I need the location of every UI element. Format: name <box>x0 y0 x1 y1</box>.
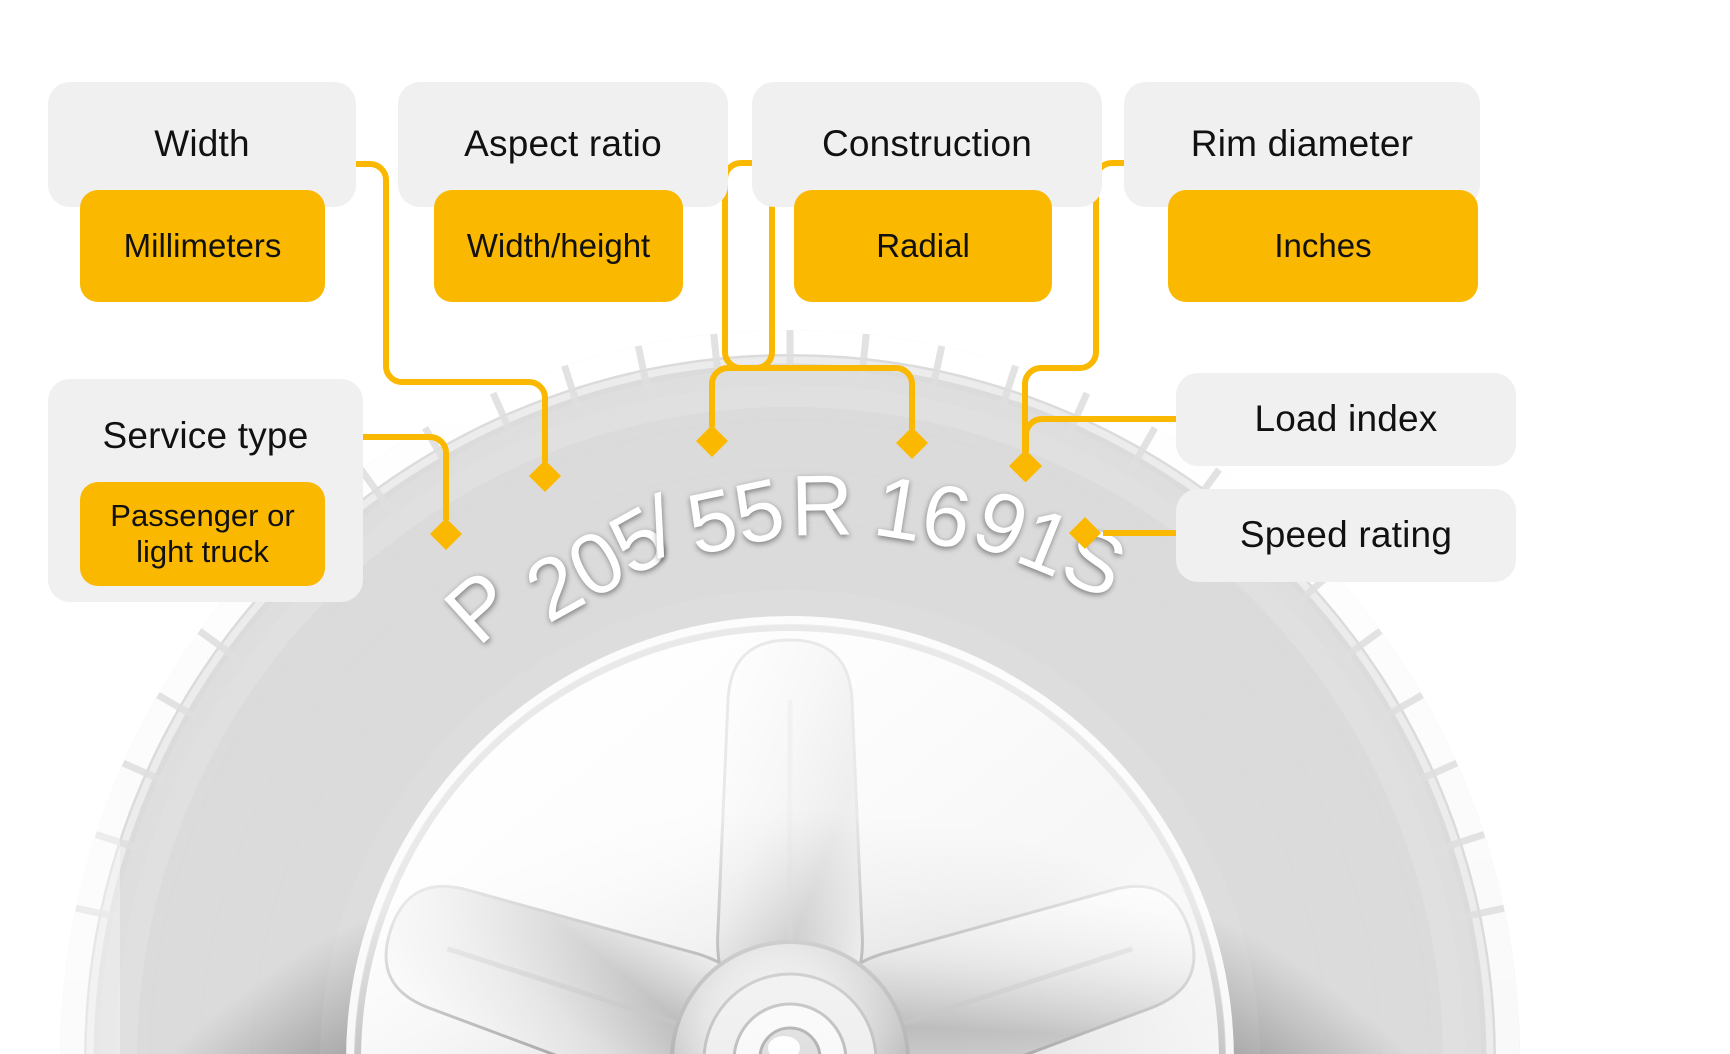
callout-service-value-text: Passenger or light truck <box>110 498 295 569</box>
callout-speed-title-text: Speed rating <box>1239 514 1453 556</box>
callout-aspect-value-text: Width/height <box>466 226 651 264</box>
code-segment-4: R <box>790 457 854 555</box>
code-segment-5: 16 <box>868 458 978 568</box>
callout-service-value[interactable]: Passenger or light truck <box>80 482 325 586</box>
code-segment-3: 55 <box>678 460 793 574</box>
callout-width-title-text: Width <box>154 123 250 165</box>
callout-speed-title[interactable]: Speed rating <box>1176 489 1516 582</box>
callout-rim-title[interactable]: Rim diameter <box>1124 82 1480 207</box>
callout-width-value[interactable]: Millimeters <box>80 190 325 302</box>
callout-load-title-text: Load index <box>1254 398 1438 440</box>
callout-rim-value-text: Inches <box>1274 226 1372 264</box>
callout-aspect-title[interactable]: Aspect ratio <box>398 82 728 207</box>
callout-rim-value[interactable]: Inches <box>1168 190 1478 302</box>
callout-construction-title-text: Construction <box>821 123 1033 165</box>
callout-width-value-text: Millimeters <box>123 226 282 264</box>
callout-rim-title-text: Rim diameter <box>1190 123 1414 165</box>
callout-width-title[interactable]: Width <box>48 82 356 207</box>
tire-sidewall-diagram: P 205/55 R 16 91S Width Millimeters Aspe… <box>0 0 1730 1054</box>
callout-aspect-value[interactable]: Width/height <box>434 190 683 302</box>
callout-construction-value[interactable]: Radial <box>794 190 1052 302</box>
callout-construction-value-text: Radial <box>876 226 970 264</box>
callout-aspect-title-text: Aspect ratio <box>464 123 662 165</box>
code-segment-6: 91S <box>960 470 1139 618</box>
callout-service-title-text: Service type <box>102 415 309 456</box>
callout-load-title[interactable]: Load index <box>1176 373 1516 466</box>
callout-construction-title[interactable]: Construction <box>752 82 1102 207</box>
